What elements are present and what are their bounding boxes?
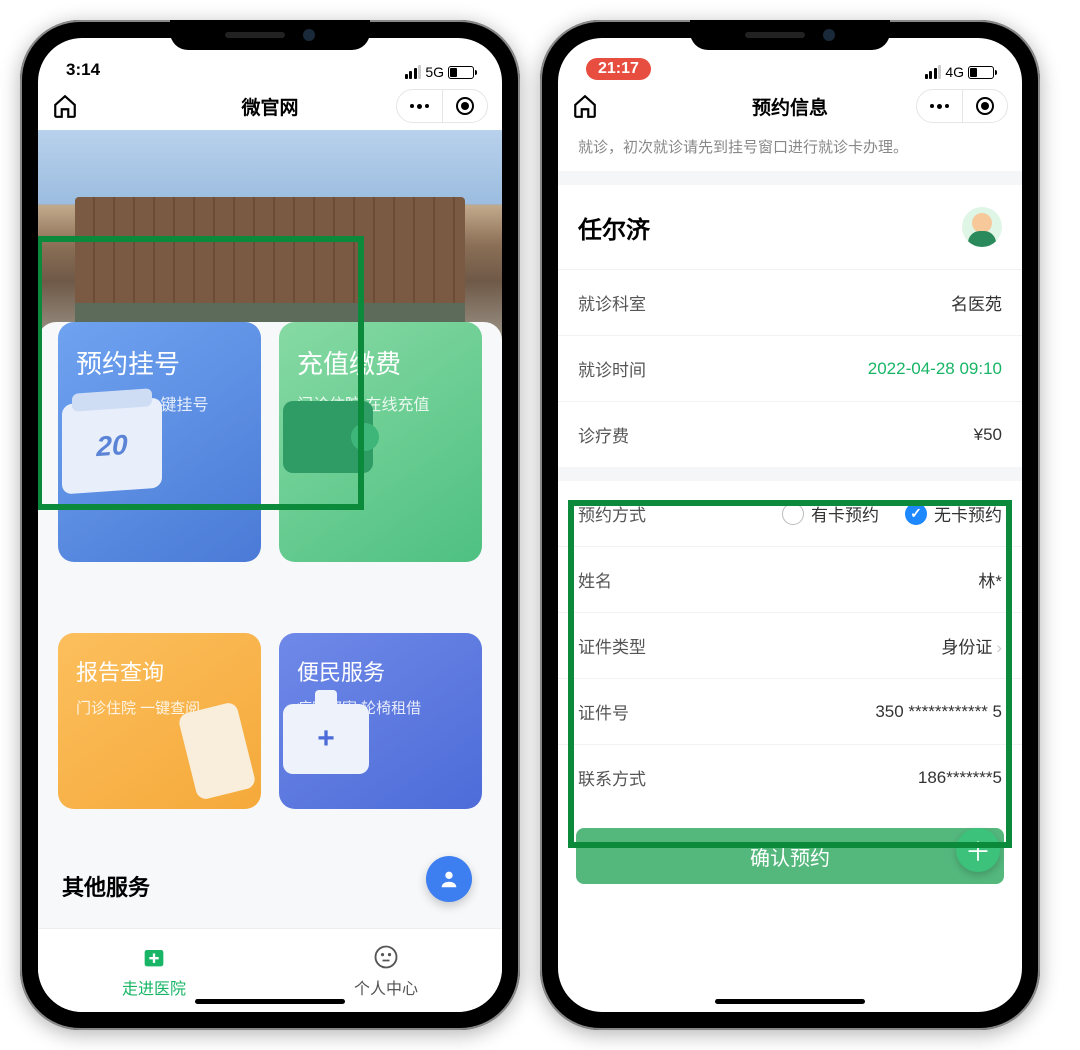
radio-card[interactable]: 有卡预约 <box>782 501 879 526</box>
value: 名医苑 <box>951 290 1002 315</box>
card-title: 充值缴费 <box>297 344 464 381</box>
page-title: 预约信息 <box>558 93 1022 120</box>
hospital-icon <box>140 943 168 971</box>
status-time: 21:17 <box>586 58 651 80</box>
section-other-title: 其他服务 <box>58 854 482 929</box>
value: 林* <box>978 567 1002 592</box>
value: 186*******5 <box>918 768 1002 788</box>
content-scroll[interactable]: 就诊，初次就诊请先到挂号窗口进行就诊卡办理。 任尔济 就诊科室 名医苑 就诊时间… <box>558 130 1022 1012</box>
calendar-day: 20 <box>62 398 162 495</box>
hero-image <box>38 130 502 340</box>
battery-icon <box>968 66 994 79</box>
face-icon <box>372 943 400 971</box>
battery-icon <box>448 66 474 79</box>
nav-bar: 预约信息 <box>558 82 1022 130</box>
home-indicator <box>715 999 865 1004</box>
section-divider <box>558 467 1022 481</box>
screen-left: 3:14 5G 微官网 预约挂号 便捷预约 一键挂号 20 充值缴费 <box>38 38 502 1012</box>
screen-right: 21:17 4G 预约信息 就诊，初次就诊请先到挂号窗口进行就诊卡办理。 任尔济 <box>558 38 1022 1012</box>
value: 2022-04-28 09:10 <box>868 359 1002 379</box>
id-type-value: 身份证 <box>941 638 992 657</box>
target-icon <box>456 97 474 115</box>
tab-label: 个人中心 <box>354 975 418 999</box>
network-label: 5G <box>425 64 444 80</box>
label: 联系方式 <box>578 765 646 790</box>
patient-section: 任尔济 就诊科室 名医苑 就诊时间 2022-04-28 09:10 诊疗费 ¥… <box>558 185 1022 467</box>
radio-icon <box>782 503 804 525</box>
value: 身份证› <box>941 633 1002 658</box>
card-appointment[interactable]: 预约挂号 便捷预约 一键挂号 20 <box>58 322 261 562</box>
user-icon <box>438 868 460 890</box>
target-icon <box>976 97 994 115</box>
label: 证件类型 <box>578 633 646 658</box>
row-visit-time: 就诊时间 2022-04-28 09:10 <box>558 335 1022 401</box>
form-section: 预约方式 有卡预约 无卡预约 姓名 林* <box>558 481 1022 810</box>
label: 预约方式 <box>578 501 646 526</box>
notice-text: 就诊，初次就诊请先到挂号窗口进行就诊卡办理。 <box>558 130 1022 171</box>
radio-icon <box>905 503 927 525</box>
radio-label: 有卡预约 <box>811 501 879 526</box>
home-indicator <box>195 999 345 1004</box>
radio-nocard[interactable]: 无卡预约 <box>905 501 1002 526</box>
signal-icon <box>925 65 942 79</box>
card-title: 报告查询 <box>76 655 243 687</box>
card-grid: 预约挂号 便捷预约 一键挂号 20 充值缴费 门诊住院 在线充值 报告查询 门诊… <box>38 322 502 928</box>
label: 诊疗费 <box>578 422 629 447</box>
status-right: 4G <box>925 64 994 80</box>
avatar-icon <box>962 207 1002 247</box>
network-label: 4G <box>945 64 964 80</box>
signal-icon <box>405 65 422 79</box>
phone-icon <box>177 701 257 801</box>
radio-label: 无卡预约 <box>934 501 1002 526</box>
value: 350 ************ 5 <box>875 702 1002 722</box>
page-title: 微官网 <box>38 93 502 120</box>
row-id-type[interactable]: 证件类型 身份证› <box>558 612 1022 678</box>
status-right: 5G <box>405 64 474 80</box>
calendar-icon: 20 <box>62 398 162 495</box>
card-payment[interactable]: 充值缴费 门诊住院 在线充值 <box>279 322 482 562</box>
chevron-right-icon: › <box>996 638 1002 657</box>
row-method: 预约方式 有卡预约 无卡预约 <box>558 481 1022 546</box>
radio-group-method: 有卡预约 无卡预约 <box>782 501 1002 526</box>
label: 证件号 <box>578 699 629 724</box>
notch <box>170 20 370 50</box>
card-report[interactable]: 报告查询 门诊住院 一键查阅 <box>58 633 261 809</box>
patient-name: 任尔济 <box>578 210 650 245</box>
row-fee: 诊疗费 ¥50 <box>558 401 1022 467</box>
phone-frame-left: 3:14 5G 微官网 预约挂号 便捷预约 一键挂号 20 充值缴费 <box>20 20 520 1030</box>
label: 就诊科室 <box>578 290 646 315</box>
row-name[interactable]: 姓名 林* <box>558 546 1022 612</box>
fab-add-button[interactable]: ＋ <box>956 828 1000 872</box>
tab-bar: 走进医院 个人中心 <box>38 928 502 1012</box>
phone-frame-right: 21:17 4G 预约信息 就诊，初次就诊请先到挂号窗口进行就诊卡办理。 任尔济 <box>540 20 1040 1030</box>
card-service[interactable]: 便民服务 病案邮寄 轮椅租借 <box>279 633 482 809</box>
wallet-icon <box>283 401 373 473</box>
row-id-number[interactable]: 证件号 350 ************ 5 <box>558 678 1022 744</box>
section-divider <box>558 171 1022 185</box>
value: ¥50 <box>974 425 1002 445</box>
row-phone[interactable]: 联系方式 186*******5 <box>558 744 1022 810</box>
nav-bar: 微官网 <box>38 82 502 130</box>
notch <box>690 20 890 50</box>
tab-label: 走进医院 <box>122 975 186 999</box>
label: 就诊时间 <box>578 356 646 381</box>
status-time: 3:14 <box>66 60 100 80</box>
plus-icon: ＋ <box>965 832 991 869</box>
label: 姓名 <box>578 567 612 592</box>
medkit-icon <box>283 704 369 774</box>
fab-user-button[interactable] <box>426 856 472 902</box>
card-title: 便民服务 <box>297 655 464 687</box>
card-title: 预约挂号 <box>76 344 243 381</box>
row-department: 就诊科室 名医苑 <box>558 269 1022 335</box>
confirm-button[interactable]: 确认预约 <box>576 828 1004 884</box>
patient-row[interactable]: 任尔济 <box>558 185 1022 269</box>
